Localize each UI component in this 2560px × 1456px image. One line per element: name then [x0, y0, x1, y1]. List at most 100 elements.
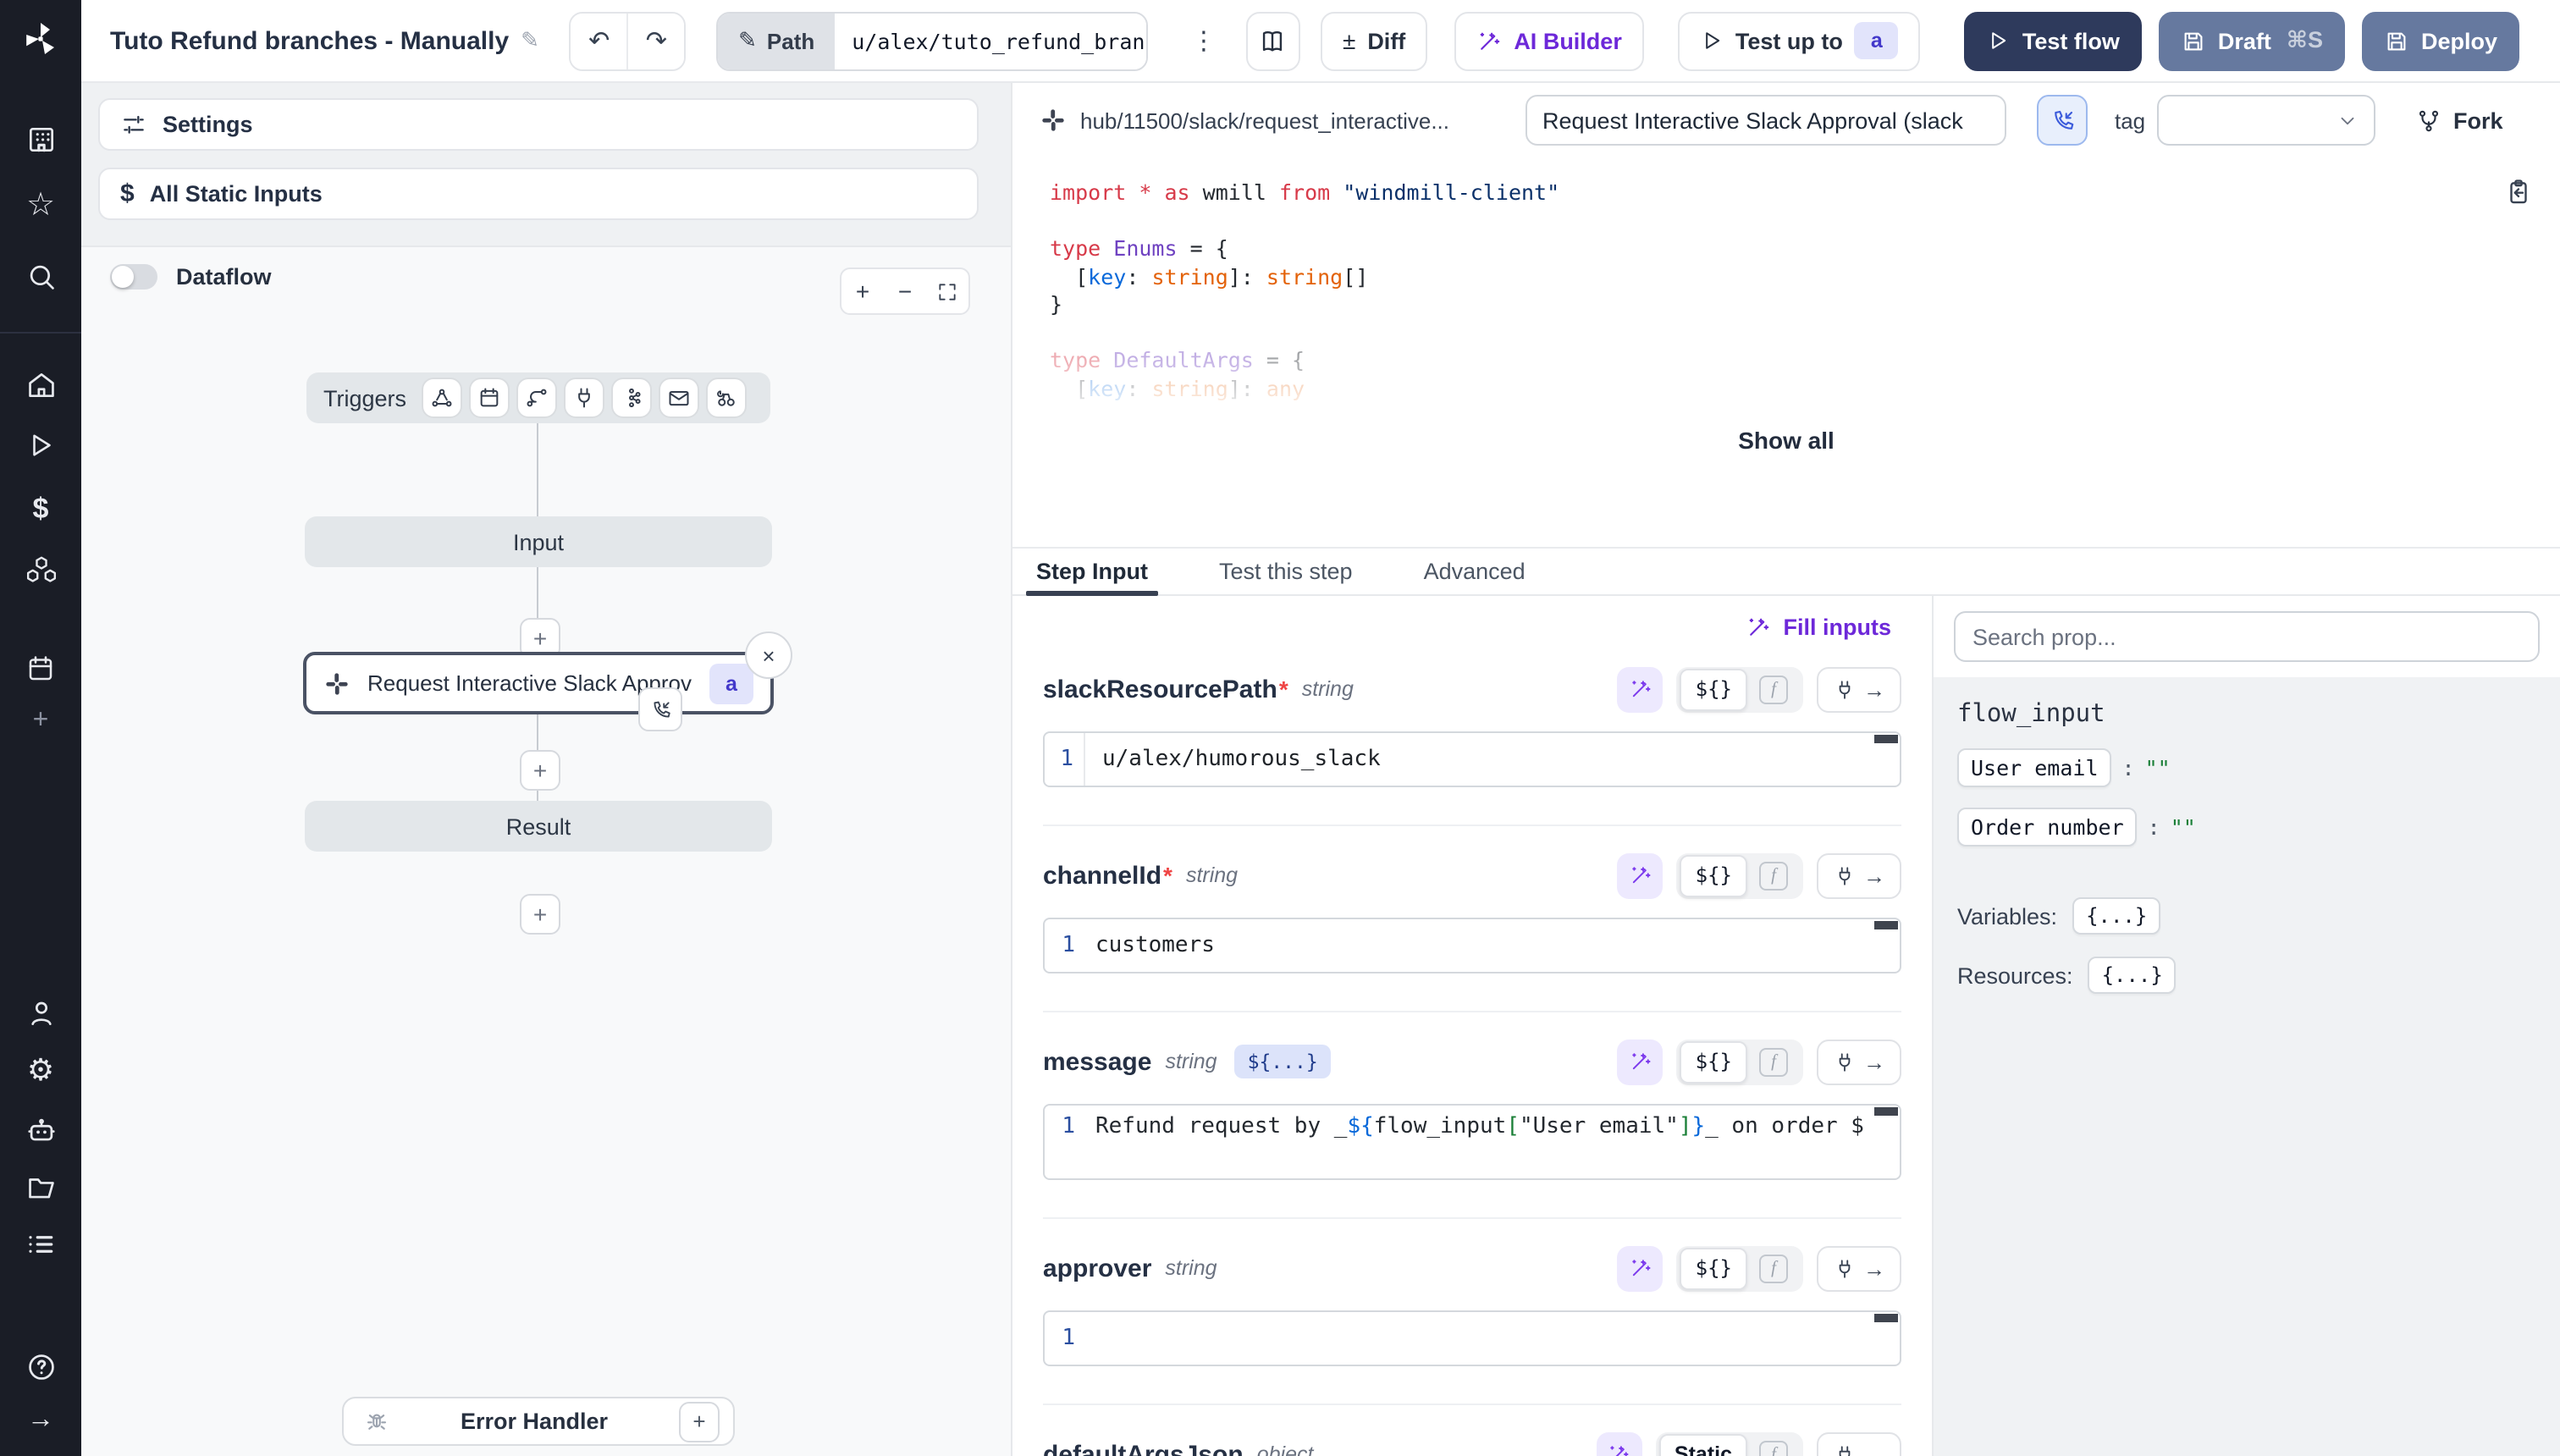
connect-input-button[interactable]: → [1817, 1039, 1901, 1084]
settings-gear-icon[interactable]: ⚙ [19, 1048, 63, 1092]
triggers-bar[interactable]: Triggers [306, 372, 770, 423]
folders-icon[interactable] [19, 1165, 63, 1209]
result-node[interactable]: Result [305, 801, 772, 852]
editor-scroll-stub [1874, 921, 1898, 929]
ai-fill-button[interactable] [1597, 1431, 1642, 1456]
javascript-mode-icon[interactable]: f [1759, 861, 1788, 890]
connect-input-button[interactable]: → [1817, 852, 1901, 898]
path-label[interactable]: ✎ Path [718, 13, 835, 69]
kafka-icon[interactable] [613, 379, 650, 416]
code-preview[interactable]: import * as wmill from "windmill-client"… [1012, 157, 2560, 549]
field-slackResourcePath: slackResourcePath* string ${} f → [1043, 640, 1901, 825]
approver-editor[interactable]: 1 [1043, 1310, 1901, 1366]
all-static-inputs-row[interactable]: $ All Static Inputs [98, 168, 979, 220]
javascript-mode-icon[interactable]: f [1759, 1254, 1788, 1282]
topbar: Tuto Refund branches - Manually ✎ ↶ ↷ ✎ … [81, 0, 2560, 83]
add-error-handler-button[interactable]: + [679, 1401, 720, 1442]
deploy-button[interactable]: Deploy [2362, 11, 2519, 70]
slackResourcePath-editor[interactable]: 1 u/alex/humorous_slack [1043, 731, 1901, 787]
ai-fill-button[interactable] [1618, 852, 1663, 898]
email-envelope-icon[interactable] [660, 379, 698, 416]
copy-code-icon[interactable] [2504, 178, 2533, 207]
test-up-to-button[interactable]: Test up to a [1678, 11, 1921, 70]
search-prop-input[interactable] [1954, 611, 2540, 662]
zoom-out-button[interactable]: − [884, 269, 926, 313]
javascript-mode-icon[interactable]: f [1759, 675, 1788, 703]
fill-inputs-button[interactable]: Fill inputs [1746, 615, 1892, 640]
ai-fill-button[interactable] [1618, 666, 1663, 712]
add-step-button[interactable]: + [520, 894, 560, 935]
input-mode-toggle: ${} f [1677, 1039, 1803, 1084]
help-circle-icon[interactable] [19, 1344, 63, 1388]
http-route-icon[interactable] [518, 379, 555, 416]
ai-builder-button[interactable]: AI Builder [1454, 11, 1644, 70]
error-handler-node[interactable]: Error Handler + [342, 1397, 735, 1446]
ai-fill-button[interactable] [1618, 1245, 1663, 1291]
static-mode-button[interactable]: Static [1659, 1433, 1747, 1456]
ai-robot-icon[interactable] [19, 1107, 63, 1151]
suspend-approval-button[interactable] [2037, 95, 2088, 146]
template-mode-button[interactable]: ${} [1680, 668, 1747, 710]
edit-title-pencil-icon[interactable]: ✎ [521, 27, 539, 54]
search-icon[interactable] [19, 254, 63, 298]
template-mode-button[interactable]: ${} [1680, 1040, 1747, 1083]
javascript-mode-icon[interactable]: f [1759, 1440, 1788, 1456]
schedule-calendar-icon[interactable] [471, 379, 508, 416]
show-all-button[interactable]: Show all [1728, 425, 1845, 455]
template-mode-button[interactable]: ${} [1680, 1247, 1747, 1289]
channelId-editor[interactable]: 1 customers [1043, 918, 1901, 973]
tag-select[interactable] [2157, 95, 2375, 146]
input-node[interactable]: Input [305, 516, 772, 567]
test-flow-button[interactable]: Test flow [1965, 11, 2142, 70]
connect-input-button[interactable]: → [1817, 1431, 1901, 1456]
variables-row: Variables: {...} [1957, 897, 2536, 935]
path-input[interactable]: u/alex/tuto_refund_branches_ [835, 13, 1146, 69]
docs-book-button[interactable] [1246, 11, 1300, 70]
account-user-icon[interactable] [19, 990, 63, 1034]
variables-dollar-icon[interactable]: $ [19, 486, 63, 530]
workspace-building-icon[interactable] [19, 117, 63, 161]
prop-user-email[interactable]: User email [1957, 748, 2112, 787]
add-plus-icon[interactable]: + [19, 699, 63, 743]
tab-step-input[interactable]: Step Input [1026, 547, 1158, 594]
suspend-approval-icon[interactable] [638, 687, 682, 731]
audit-logs-list-icon[interactable] [19, 1222, 63, 1266]
javascript-mode-icon[interactable]: f [1759, 1047, 1788, 1076]
fork-button[interactable]: Fork [2416, 95, 2503, 146]
step-node-slack-approval[interactable]: Request Interactive Slack Approval (... … [303, 652, 774, 714]
resources-cubes-icon[interactable] [19, 547, 63, 591]
expand-arrow-icon[interactable]: → [19, 1398, 63, 1442]
schedules-calendar-icon[interactable] [19, 647, 63, 691]
hub-script-ref[interactable]: hub/11500/slack/request_interactive... [1040, 95, 1449, 146]
settings-row[interactable]: Settings [98, 98, 979, 151]
fit-view-button[interactable] [926, 269, 968, 313]
connect-input-button[interactable]: → [1817, 666, 1901, 712]
diff-button[interactable]: ± Diff [1321, 11, 1427, 70]
prop-order-number[interactable]: Order number [1957, 808, 2138, 847]
ai-fill-button[interactable] [1618, 1039, 1663, 1084]
draft-button[interactable]: Draft ⌘S [2159, 11, 2345, 70]
more-options-kebab-icon[interactable]: ⋮ [1189, 25, 1219, 56]
message-editor[interactable]: 1 Refund request by _${flow_input["User … [1043, 1104, 1901, 1180]
webhook-icon[interactable] [423, 379, 461, 416]
resources-expand-chip[interactable]: {...} [2088, 957, 2177, 994]
zoom-in-button[interactable]: + [841, 269, 884, 313]
variables-expand-chip[interactable]: {...} [2072, 897, 2160, 935]
runs-play-icon[interactable] [19, 423, 63, 467]
step-summary-input[interactable] [1526, 95, 2006, 146]
tab-test-this-step[interactable]: Test this step [1209, 547, 1363, 594]
websocket-plug-icon[interactable] [566, 379, 603, 416]
flow-canvas[interactable]: Dataflow + − Triggers + [81, 245, 1011, 1456]
windmill-logo-icon[interactable] [19, 17, 63, 61]
home-icon[interactable] [19, 362, 63, 406]
template-mode-button[interactable]: ${} [1680, 854, 1747, 896]
favorites-star-icon[interactable]: ☆ [19, 183, 63, 227]
scheduled-poll-icon[interactable] [708, 379, 745, 416]
redo-button[interactable]: ↷ [627, 13, 685, 69]
add-step-button[interactable]: + [520, 750, 560, 791]
tab-advanced[interactable]: Advanced [1414, 547, 1536, 594]
dataflow-toggle[interactable] [110, 264, 157, 290]
connect-input-button[interactable]: → [1817, 1245, 1901, 1291]
undo-button[interactable]: ↶ [571, 13, 627, 69]
remove-step-button[interactable]: × [745, 631, 792, 679]
